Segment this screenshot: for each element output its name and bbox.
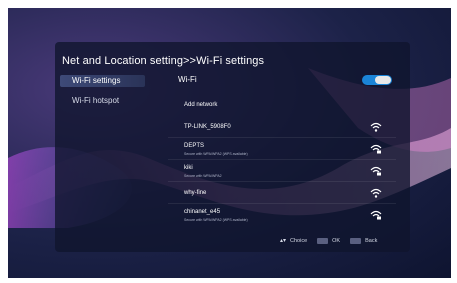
network-item[interactable]: TP-LINK_5908F0: [168, 119, 396, 138]
network-detail: Secure with WPA/WPA2 (WPS available): [184, 218, 248, 222]
network-item[interactable]: chinanet_e45 Secure with WPA/WPA2 (WPS a…: [168, 207, 396, 225]
page-title: Net and Location setting>>Wi-Fi settings: [62, 55, 265, 67]
choice-hint: Choice: [290, 237, 308, 244]
network-detail: Secure with WPA/WPA2: [184, 174, 222, 178]
wifi-locked-icon: [370, 210, 382, 220]
add-network-label: Add network: [184, 102, 218, 108]
network-item[interactable]: DEPTS Secure with WPA/WPA2 (WPS availabl…: [168, 141, 396, 160]
wifi-locked-icon: [370, 144, 382, 154]
network-ssid: TP-LINK_5908F0: [184, 124, 231, 130]
network-ssid: DEPTS: [184, 143, 205, 149]
footer-hints: ▴▾ Choice OK Back: [280, 237, 377, 244]
wifi-locked-icon: [370, 166, 382, 176]
network-item[interactable]: kiki Secure with WPA/WPA2: [168, 163, 396, 182]
back-key-icon: [350, 237, 362, 244]
toggle-knob: [375, 76, 391, 84]
network-detail: Secure with WPA/WPA2 (WPS available): [184, 152, 248, 156]
wifi-toggle[interactable]: [362, 75, 392, 85]
ok-hint: OK: [332, 237, 341, 244]
back-hint: Back: [365, 237, 378, 244]
network-item[interactable]: why-fine: [168, 185, 396, 204]
network-ssid: why-fine: [184, 190, 207, 196]
sidebar-item-wifi-settings[interactable]: Wi-Fi settings: [60, 75, 145, 87]
network-ssid: chinanet_e45: [184, 209, 221, 215]
ok-key-icon: [317, 237, 329, 244]
wifi-icon: [370, 188, 382, 198]
wifi-icon: [370, 122, 382, 132]
up-down-icon: ▴▾: [280, 238, 287, 244]
wifi-label: Wi-Fi: [178, 75, 197, 84]
add-network-item[interactable]: Add network: [168, 97, 396, 115]
network-ssid: kiki: [184, 165, 193, 171]
sidebar-item-wifi-hotspot[interactable]: Wi-Fi hotspot: [60, 95, 145, 107]
